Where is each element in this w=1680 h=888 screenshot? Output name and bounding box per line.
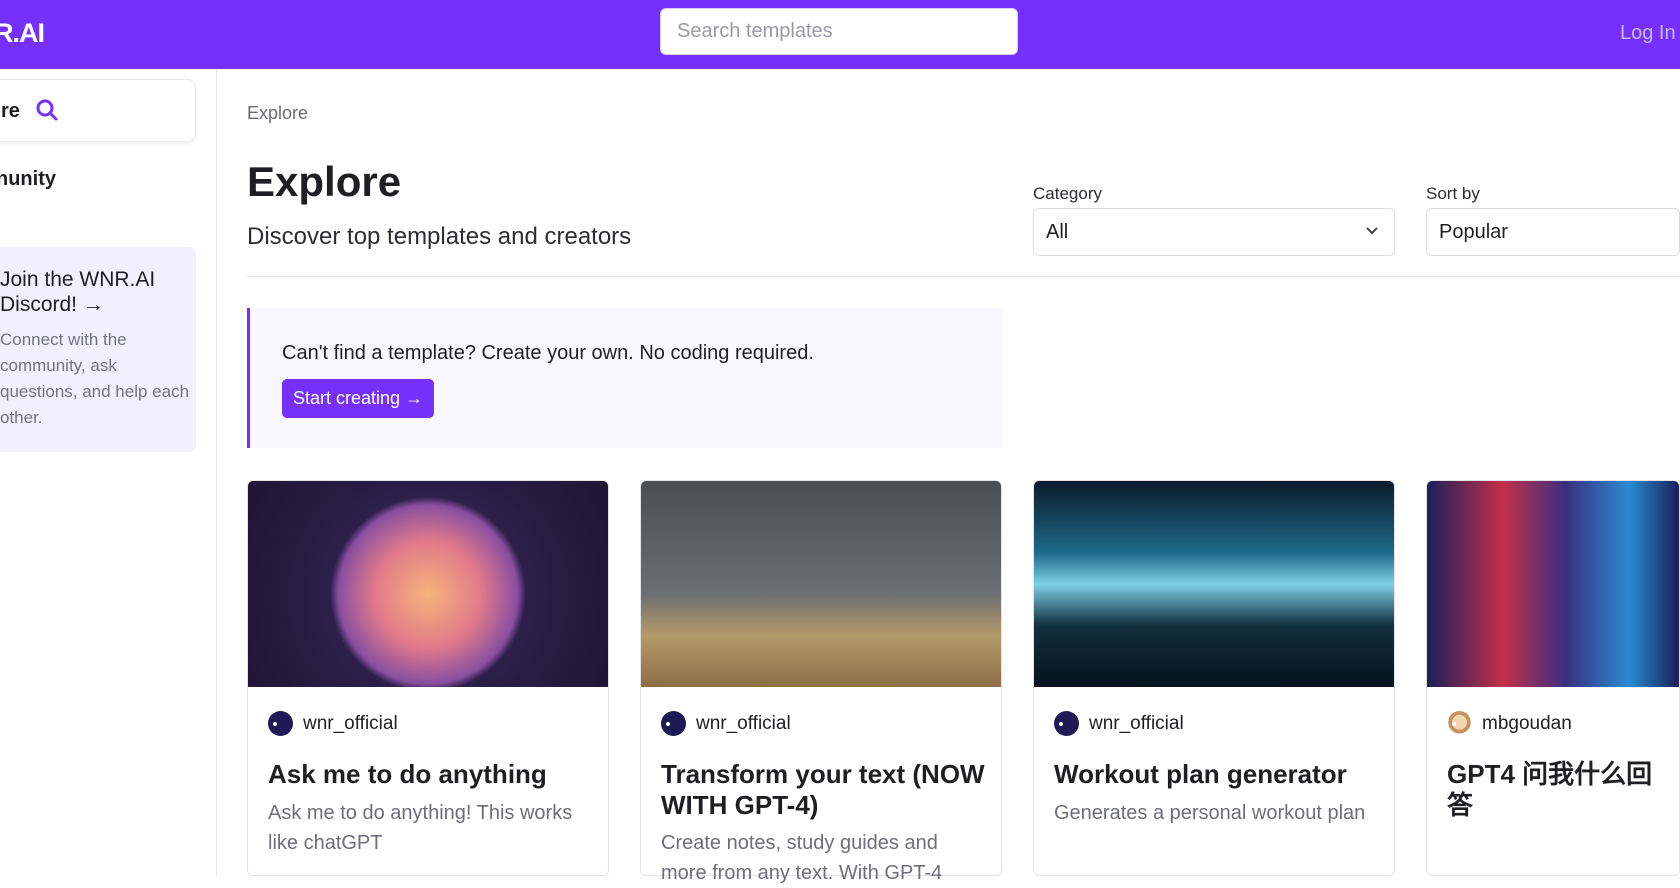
create-banner: Can't find a template? Create your own. … xyxy=(247,308,1002,448)
card-author[interactable]: mbgoudan xyxy=(1447,711,1572,736)
page-subtitle: Discover top templates and creators xyxy=(247,223,632,250)
start-creating-button[interactable]: Start creating → xyxy=(282,379,435,418)
avatar xyxy=(268,711,293,736)
template-card[interactable]: wnr_official Ask me to do anything Ask m… xyxy=(247,480,609,876)
category-select[interactable]: All xyxy=(1033,208,1395,256)
logo[interactable]: R.AI xyxy=(0,18,45,49)
category-value: All xyxy=(1046,221,1069,243)
avatar xyxy=(1447,711,1472,736)
sidebar-item-community[interactable]: nunity xyxy=(0,168,56,191)
sidebar-item-explore[interactable]: re xyxy=(0,79,196,142)
card-description: Generates a personal workout plan xyxy=(1054,802,1366,824)
card-image xyxy=(1427,481,1679,687)
card-author[interactable]: wnr_official xyxy=(1054,711,1184,736)
card-title: Transform your text (NOW WITH GPT-4) xyxy=(661,759,985,820)
author-name: wnr_official xyxy=(696,712,791,734)
card-title: Workout plan generator xyxy=(1054,759,1347,789)
chevron-down-icon xyxy=(1366,227,1378,235)
author-name: mbgoudan xyxy=(1482,712,1572,734)
template-card[interactable]: wnr_official Workout plan generator Gene… xyxy=(1033,480,1395,876)
card-image xyxy=(641,481,1001,687)
card-description: Create notes, study guides and more from… xyxy=(661,832,943,884)
card-image xyxy=(1034,481,1394,687)
divider xyxy=(247,276,1680,277)
sort-value: Popular xyxy=(1439,221,1508,243)
card-author[interactable]: wnr_official xyxy=(661,711,791,736)
discord-title: Join the WNR.AI Discord! → xyxy=(0,268,156,316)
banner-text: Can't find a template? Create your own. … xyxy=(282,342,814,364)
author-name: wnr_official xyxy=(1089,712,1184,734)
avatar xyxy=(661,711,686,736)
card-title: Ask me to do anything xyxy=(268,759,547,789)
category-label: Category xyxy=(1033,184,1102,203)
card-image xyxy=(248,481,608,687)
discord-text: Connect with the community, ask question… xyxy=(0,330,190,427)
author-name: wnr_official xyxy=(303,712,398,734)
template-card[interactable]: mbgoudan GPT4 问我什么回答 xyxy=(1426,480,1680,876)
page-title: Explore xyxy=(247,158,402,205)
card-title: GPT4 问我什么回答 xyxy=(1447,759,1653,820)
sidebar-item-label: re xyxy=(1,100,20,122)
sidebar: re nunity Join the WNR.AI Discord! → Con… xyxy=(0,69,217,876)
search-templates-input[interactable] xyxy=(660,8,1018,55)
login-link[interactable]: Log In xyxy=(1620,22,1676,45)
discord-card[interactable]: Join the WNR.AI Discord! → Connect with … xyxy=(0,247,196,452)
search-icon xyxy=(36,99,58,121)
card-author[interactable]: wnr_official xyxy=(268,711,398,736)
sort-label: Sort by xyxy=(1426,184,1480,203)
sort-select[interactable]: Popular xyxy=(1426,208,1680,256)
template-card[interactable]: wnr_official Transform your text (NOW WI… xyxy=(640,480,1002,884)
breadcrumb[interactable]: Explore xyxy=(247,103,308,124)
avatar xyxy=(1054,711,1079,736)
top-nav: R.AI Log In xyxy=(0,0,1680,69)
card-description: Ask me to do anything! This works like c… xyxy=(268,802,573,854)
